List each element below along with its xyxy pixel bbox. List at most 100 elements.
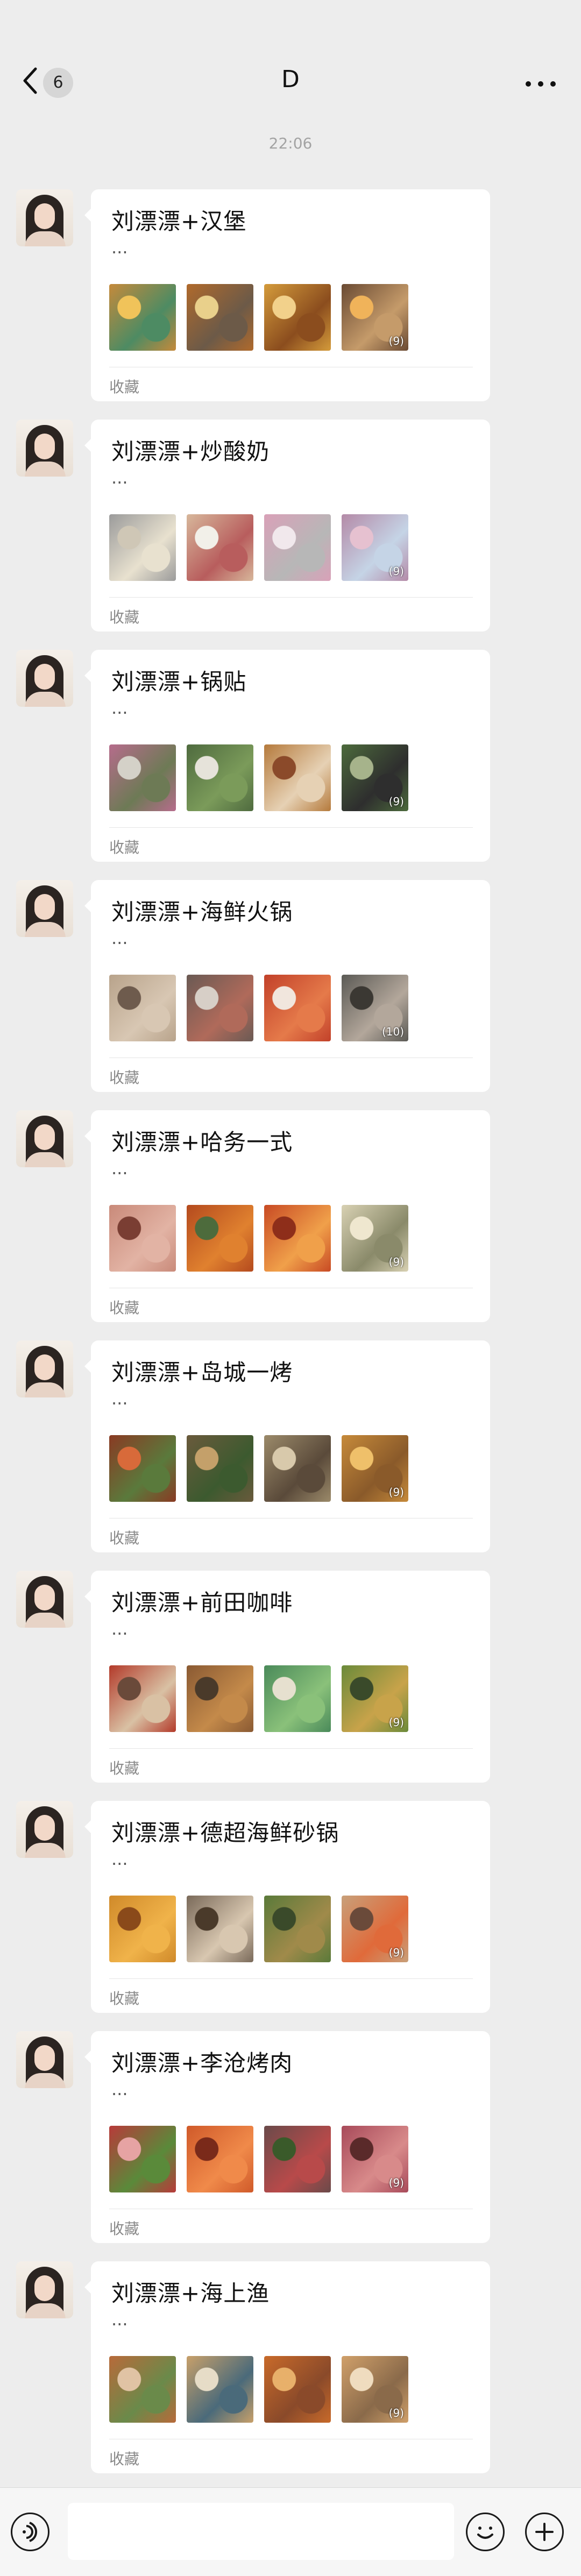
- thumbnail-image[interactable]: [109, 975, 176, 1041]
- favorite-card[interactable]: 刘漂漂+汉堡... (9) 收藏: [84, 189, 490, 401]
- avatar[interactable]: [16, 1340, 73, 1397]
- thumbnail-image[interactable]: [187, 2356, 253, 2423]
- favorite-card[interactable]: 刘漂漂+哈务一式... (9) 收藏: [84, 1110, 490, 1322]
- thumbnail-image[interactable]: [264, 1665, 331, 1732]
- emoji-button[interactable]: [466, 2513, 505, 2551]
- thumbnail-image[interactable]: [264, 1896, 331, 1962]
- avatar[interactable]: [16, 880, 73, 937]
- list-item: 刘漂漂+德超海鲜砂锅... (9) 收藏: [0, 1801, 581, 2016]
- avatar[interactable]: [16, 420, 73, 477]
- favorite-card[interactable]: 刘漂漂+岛城一烤... (9) 收藏: [84, 1340, 490, 1552]
- source-label: 收藏: [109, 1069, 140, 1087]
- thumbnail-image[interactable]: [264, 284, 331, 351]
- divider: [109, 827, 473, 828]
- divider: [109, 1748, 473, 1749]
- divider: [109, 1978, 473, 1979]
- image-count-label: (9): [388, 335, 404, 347]
- image-count-label: (9): [388, 1946, 404, 1959]
- thumbnail-image[interactable]: [109, 1435, 176, 1502]
- avatar[interactable]: [16, 189, 73, 246]
- thumbnail-image[interactable]: [109, 744, 176, 811]
- list-item: 刘漂漂+哈务一式... (9) 收藏: [0, 1110, 581, 1325]
- thumbnail-image[interactable]: [264, 2356, 331, 2423]
- thumbnail-image[interactable]: [187, 284, 253, 351]
- message-input[interactable]: [68, 2503, 454, 2560]
- thumbnail-image[interactable]: (9): [342, 744, 408, 811]
- thumbnail-image[interactable]: [109, 2356, 176, 2423]
- thumbnail-image[interactable]: [187, 2126, 253, 2192]
- card-description: ...: [111, 467, 128, 488]
- card-description: ...: [111, 237, 128, 258]
- divider: [109, 597, 473, 598]
- thumbnail-image[interactable]: [264, 2126, 331, 2192]
- thumbnail-image[interactable]: [187, 744, 253, 811]
- card-title: 刘漂漂+前田咖啡: [111, 1589, 293, 1616]
- favorite-card[interactable]: 刘漂漂+炒酸奶... (9) 收藏: [84, 420, 490, 631]
- card-description: ...: [111, 1849, 128, 1869]
- card-title: 刘漂漂+岛城一烤: [111, 1359, 293, 1386]
- card-title: 刘漂漂+海鲜火锅: [111, 899, 293, 925]
- avatar[interactable]: [16, 2031, 73, 2088]
- thumbnail-image[interactable]: [187, 1435, 253, 1502]
- avatar[interactable]: [16, 1801, 73, 1858]
- thumbnail-image[interactable]: [187, 1205, 253, 1272]
- favorite-card[interactable]: 刘漂漂+李沧烤肉... (9) 收藏: [84, 2031, 490, 2243]
- thumbnail-image[interactable]: (9): [342, 284, 408, 351]
- chat-title: D: [281, 66, 300, 93]
- thumbnail-image[interactable]: [109, 1896, 176, 1962]
- thumbnail-image[interactable]: [109, 514, 176, 581]
- thumbnail-image[interactable]: [109, 1205, 176, 1272]
- source-label: 收藏: [109, 2220, 140, 2238]
- avatar[interactable]: [16, 1571, 73, 1628]
- bubble-tail: [84, 1820, 91, 1833]
- bubble-tail: [84, 1360, 91, 1373]
- timestamp: 22:06: [268, 134, 313, 152]
- thumbnail-image[interactable]: [264, 1205, 331, 1272]
- thumbnail-image[interactable]: [109, 1665, 176, 1732]
- source-label: 收藏: [109, 839, 140, 856]
- thumbnail-image[interactable]: [187, 514, 253, 581]
- favorite-card[interactable]: 刘漂漂+前田咖啡... (9) 收藏: [84, 1571, 490, 1783]
- thumbnail-image[interactable]: [109, 284, 176, 351]
- favorite-card[interactable]: 刘漂漂+德超海鲜砂锅... (9) 收藏: [84, 1801, 490, 2013]
- more-button[interactable]: [522, 68, 559, 100]
- image-count-label: (10): [381, 1025, 404, 1038]
- favorite-card[interactable]: 刘漂漂+海鲜火锅... (10) 收藏: [84, 880, 490, 1092]
- avatar[interactable]: [16, 2261, 73, 2318]
- avatar[interactable]: [16, 650, 73, 707]
- thumbnail-image[interactable]: [264, 514, 331, 581]
- bubble-tail: [84, 439, 91, 452]
- thumbnail-image[interactable]: [264, 744, 331, 811]
- thumbnail-image[interactable]: (9): [342, 1205, 408, 1272]
- thumbnail-image[interactable]: [187, 1665, 253, 1732]
- image-count-label: (9): [388, 1716, 404, 1729]
- favorite-card[interactable]: 刘漂漂+海上渔... (9) 收藏: [84, 2261, 490, 2473]
- thumbnail-image[interactable]: (9): [342, 514, 408, 581]
- source-label: 收藏: [109, 1990, 140, 2007]
- thumbnail-image[interactable]: [264, 1435, 331, 1502]
- thumbnail-image[interactable]: [109, 2126, 176, 2192]
- thumbnail-image[interactable]: [187, 975, 253, 1041]
- bubble-tail: [84, 899, 91, 912]
- thumbnail-image[interactable]: (9): [342, 1435, 408, 1502]
- image-count-label: (9): [388, 1255, 404, 1268]
- thumbnail-image[interactable]: (9): [342, 1665, 408, 1732]
- thumbnail-image[interactable]: [187, 1896, 253, 1962]
- thumbnail-image[interactable]: (10): [342, 975, 408, 1041]
- top-bar: 6 D: [0, 0, 581, 98]
- thumbnail-image[interactable]: [264, 975, 331, 1041]
- avatar[interactable]: [16, 1110, 73, 1167]
- voice-button[interactable]: [11, 2513, 49, 2551]
- image-count-label: (9): [388, 565, 404, 578]
- favorite-card[interactable]: 刘漂漂+锅贴... (9) 收藏: [84, 650, 490, 862]
- image-count-label: (9): [388, 2176, 404, 2189]
- card-description: ...: [111, 2079, 128, 2099]
- bubble-tail: [84, 669, 91, 682]
- list-item: 刘漂漂+炒酸奶... (9) 收藏: [0, 420, 581, 635]
- plus-icon: [535, 2523, 554, 2541]
- more-actions-button[interactable]: [525, 2513, 564, 2551]
- source-label: 收藏: [109, 2450, 140, 2468]
- thumbnail-image[interactable]: (9): [342, 2356, 408, 2423]
- thumbnail-image[interactable]: (9): [342, 2126, 408, 2192]
- thumbnail-image[interactable]: (9): [342, 1896, 408, 1962]
